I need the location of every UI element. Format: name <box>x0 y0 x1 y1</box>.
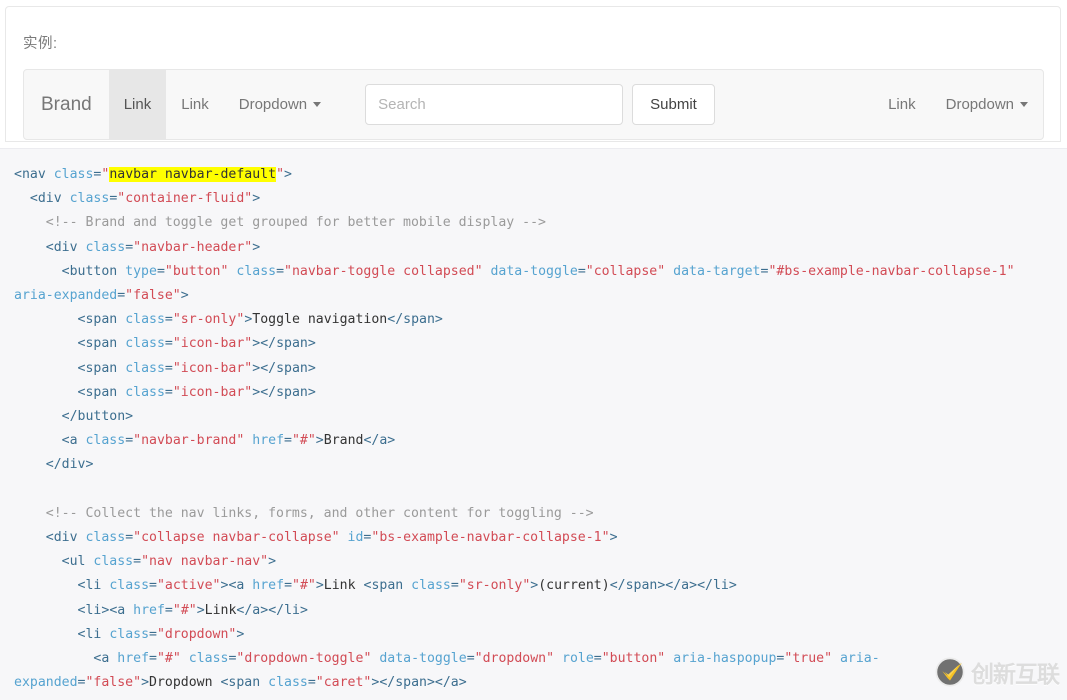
nav-item-label: Dropdown <box>238 96 308 113</box>
navbar-preview: Brand Link Link Dropdown Submit Link Dro… <box>23 69 1044 140</box>
nav-item-link-right[interactable]: Link <box>873 70 931 139</box>
nav-item-link[interactable]: Link <box>166 70 224 139</box>
code-block: <nav class="navbar navbar-default"> <div… <box>0 148 1067 700</box>
search-input[interactable] <box>365 84 624 125</box>
nav-item-label: Link <box>123 96 152 113</box>
example-panel: 实例: Brand Link Link Dropdown Submit Link… <box>5 6 1061 142</box>
navbar-brand-link[interactable]: Brand <box>24 70 109 139</box>
code-content: <nav class="navbar navbar-default"> <div… <box>14 167 1015 700</box>
code-source: <nav class="navbar navbar-default"> <div… <box>0 149 1067 700</box>
navbar-right-group: Link Dropdown <box>873 70 1043 139</box>
nav-item-label: Link <box>888 96 916 113</box>
nav-item-dropdown[interactable]: Dropdown <box>224 70 336 139</box>
chevron-down-icon <box>1020 102 1028 107</box>
nav-item-link-active[interactable]: Link <box>108 70 167 139</box>
navbar-search-form: Submit <box>365 70 715 139</box>
nav-item-label: Link <box>181 96 209 113</box>
nav-item-label: Dropdown <box>945 96 1014 113</box>
submit-button[interactable]: Submit <box>632 84 715 125</box>
example-label: 实例: <box>23 36 58 52</box>
chevron-down-icon <box>313 102 322 107</box>
nav-item-dropdown-right[interactable]: Dropdown <box>931 70 1043 139</box>
